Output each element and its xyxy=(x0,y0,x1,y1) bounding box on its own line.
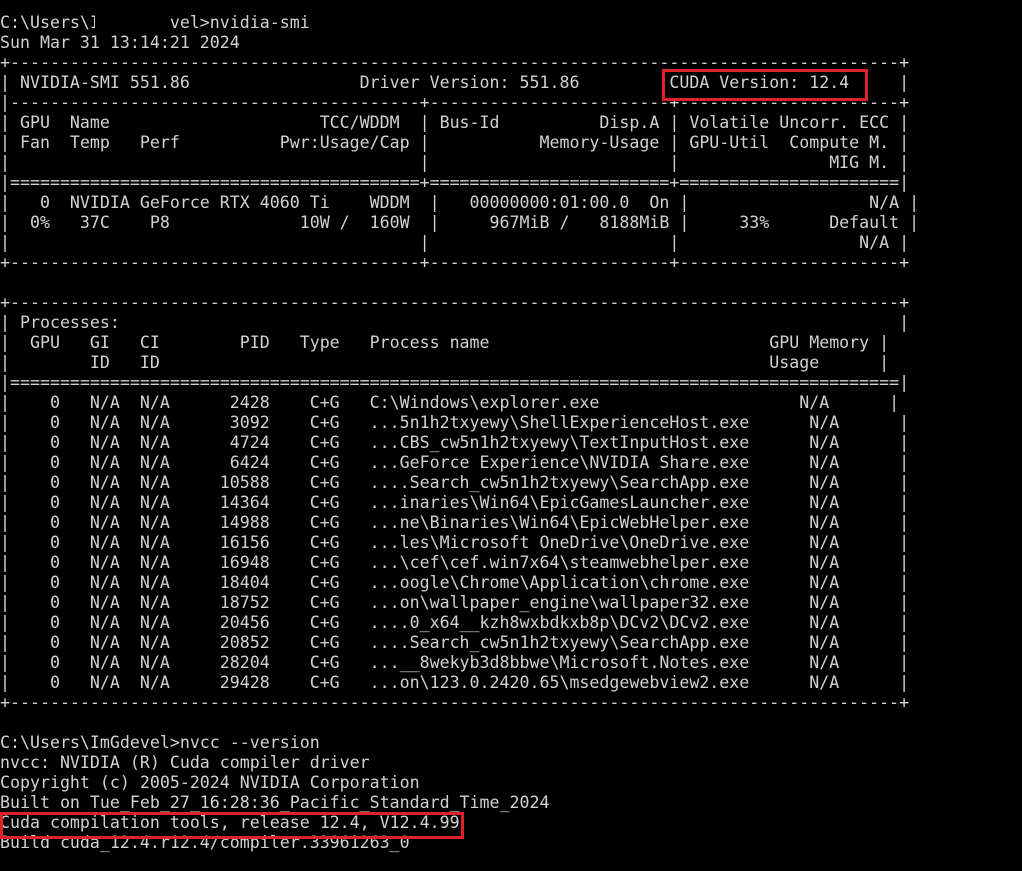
terminal-line-table-double-divider: |=======================================… xyxy=(0,373,910,392)
terminal-line-process-row: | 0 N/A N/A 4724 C+G ...CBS_cw5n1h2txyew… xyxy=(0,433,910,452)
terminal-line-process-row: | 0 N/A N/A 14988 C+G ...ne\Binaries\Win… xyxy=(0,513,910,532)
terminal-line-process-row: | 0 N/A N/A 6424 C+G ...GeForce Experien… xyxy=(0,453,910,472)
terminal-line-processes-title: | Processes: | xyxy=(0,313,910,332)
terminal-line-prompt-nvidia-smi: C:\Users\I vel>nvidia-smi xyxy=(0,13,310,32)
terminal-line-gpu-row-3: | | | N/A | xyxy=(0,233,910,252)
terminal-line-nvcc-copyright: Copyright (c) 2005-2024 NVIDIA Corporati… xyxy=(0,773,420,792)
terminal-line-gpu-row-2: | 0% 37C P8 10W / 160W | 967MiB / 8188Mi… xyxy=(0,213,920,232)
terminal-line-nvcc-built-on: Built on Tue_Feb_27_16:28:36_Pacific_Sta… xyxy=(0,793,550,812)
terminal-line-smi-header: | NVIDIA-SMI 551.86 Driver Version: 551.… xyxy=(0,73,910,92)
terminal-line-process-row: | 0 N/A N/A 2428 C+G C:\Windows\explorer… xyxy=(0,393,900,412)
terminal-line-gpu-row-1: | 0 NVIDIA GeForce RTX 4060 Ti WDDM | 00… xyxy=(0,193,920,212)
terminal-line-table-border: +---------------------------------------… xyxy=(0,693,910,712)
terminal-line-nvcc-build: Build cuda_12.4.r12.4/compiler.33961263_… xyxy=(0,833,410,852)
terminal-line-process-col-header-2: | ID ID Usage | xyxy=(0,353,890,372)
terminal-line-process-row: | 0 N/A N/A 20456 C+G ....0_x64__kzh8wxb… xyxy=(0,613,910,632)
terminal-line-gpu-col-header-1: | GPU Name TCC/WDDM | Bus-Id Disp.A | Vo… xyxy=(0,113,910,132)
terminal-line-gpu-col-header-2: | Fan Temp Perf Pwr:Usage/Cap | Memory-U… xyxy=(0,133,910,152)
terminal-line-nvcc-release: Cuda compilation tools, release 12.4, V1… xyxy=(0,813,460,832)
terminal-line-process-row: | 0 N/A N/A 16156 C+G ...les\Microsoft O… xyxy=(0,533,910,552)
terminal-output: C:\Users\I vel>nvidia-smi Sun Mar 31 13:… xyxy=(0,13,1022,853)
terminal-line-process-row: | 0 N/A N/A 29428 C+G ...on\123.0.2420.6… xyxy=(0,673,910,692)
terminal-line-process-row: | 0 N/A N/A 28204 C+G ...__8wekyb3d8bbwe… xyxy=(0,653,910,672)
terminal-line-process-row: | 0 N/A N/A 3092 C+G ...5n1h2txyewy\Shel… xyxy=(0,413,910,432)
terminal-line-table-double-divider: |=======================================… xyxy=(0,173,910,192)
terminal-line-table-border: +---------------------------------------… xyxy=(0,253,910,272)
username-redaction xyxy=(95,13,137,33)
terminal-line-process-col-header-1: | GPU GI CI PID Type Process name GPU Me… xyxy=(0,333,890,352)
terminal-line-table-divider: |---------------------------------------… xyxy=(0,93,910,112)
terminal-line-table-border: +---------------------------------------… xyxy=(0,293,910,312)
terminal-line-prompt-nvcc: C:\Users\ImGdevel>nvcc --version xyxy=(0,733,320,752)
terminal-line-process-row: | 0 N/A N/A 14364 C+G ...inaries\Win64\E… xyxy=(0,493,910,512)
terminal-line-timestamp: Sun Mar 31 13:14:21 2024 xyxy=(0,33,240,52)
terminal-line-process-row: | 0 N/A N/A 18752 C+G ...on\wallpaper_en… xyxy=(0,593,910,612)
terminal-line-gpu-col-header-3: | | | MIG M. | xyxy=(0,153,910,172)
terminal-line-table-border: +---------------------------------------… xyxy=(0,53,910,72)
terminal-line-process-row: | 0 N/A N/A 18404 C+G ...oogle\Chrome\Ap… xyxy=(0,573,910,592)
terminal-line-process-row: | 0 N/A N/A 20852 C+G ....Search_cw5n1h2… xyxy=(0,633,910,652)
terminal-line-process-row: | 0 N/A N/A 10588 C+G ....Search_cw5n1h2… xyxy=(0,473,910,492)
terminal-line-process-row: | 0 N/A N/A 16948 C+G ...\cef\cef.win7x6… xyxy=(0,553,910,572)
terminal-line-nvcc-driver: nvcc: NVIDIA (R) Cuda compiler driver xyxy=(0,753,370,772)
